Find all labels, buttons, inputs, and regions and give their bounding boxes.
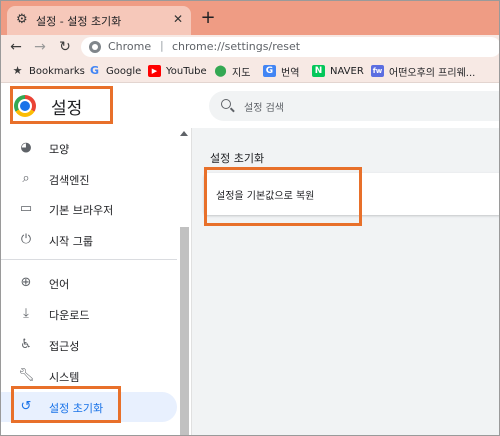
bookmark-label: Google: [106, 65, 142, 77]
naver-icon: N: [312, 65, 325, 77]
search-placeholder: 설정 검색: [244, 103, 284, 114]
browser-icon: ▭: [19, 201, 33, 216]
youtube-icon: ▶: [148, 65, 161, 77]
bookmark-item[interactable]: G 번역: [263, 64, 300, 79]
search-input[interactable]: 설정 검색: [209, 91, 499, 121]
settings-header: 설정 설정 검색: [1, 84, 499, 128]
url-path: chrome://settings/reset: [172, 40, 301, 53]
chrome-site-icon: [89, 41, 101, 53]
bookmark-label: Bookmarks: [29, 65, 85, 77]
bookmark-label: 번역: [281, 67, 300, 79]
sidebar-item-label: 접근성: [49, 340, 80, 353]
scroll-up-arrow-icon[interactable]: [180, 131, 188, 136]
sidebar-item-label: 설정 초기화: [49, 402, 104, 415]
sidebar-item-label: 시작 그룹: [49, 235, 93, 248]
forward-icon[interactable]: →: [31, 37, 49, 57]
translate-icon: G: [263, 65, 276, 77]
star-icon: ★: [12, 64, 23, 77]
sidebar-divider: [1, 259, 177, 260]
bookmark-item[interactable]: ⬤ 지도: [214, 64, 251, 79]
sidebar-item-label: 시스템: [49, 371, 80, 384]
section-title: 설정 초기화: [210, 152, 265, 165]
chrome-logo-icon: [14, 95, 36, 117]
reset-settings-card: 설정을 기본값으로 복원: [204, 173, 499, 215]
bookmark-item[interactable]: G Google: [88, 64, 141, 78]
search-icon: ⌕: [22, 171, 30, 186]
sidebar-item-on-startup[interactable]: ⏻ 시작 그룹: [1, 225, 177, 255]
gear-icon: ⚙: [16, 12, 28, 27]
tab-strip: ⚙ 설정 - 설정 초기화 ✕ +: [1, 1, 499, 35]
palette-icon: ◕: [20, 140, 32, 155]
power-icon: ⏻: [20, 232, 32, 247]
download-icon: ⤓: [23, 306, 29, 321]
globe-icon: ⊕: [20, 275, 32, 290]
bookmark-item[interactable]: ▶ YouTube: [148, 64, 207, 78]
bookmarks-bar: ★ Bookmarks G Google ▶ YouTube ⬤ 지도 G 번역…: [1, 59, 499, 83]
bookmark-label: YouTube: [166, 65, 207, 77]
google-icon: G: [89, 64, 100, 77]
tab-settings[interactable]: ⚙ 설정 - 설정 초기화 ✕: [7, 6, 191, 35]
back-icon[interactable]: ←: [7, 37, 25, 57]
new-tab-button[interactable]: +: [197, 7, 219, 29]
close-icon[interactable]: ✕: [173, 12, 183, 26]
bookmark-label: NAVER: [330, 65, 364, 77]
sidebar-item-search-engine[interactable]: ⌕ 검색엔진: [1, 164, 177, 194]
sidebar-item-label: 다운로드: [49, 309, 90, 322]
sidebar-item-label: 검색엔진: [49, 174, 90, 187]
restore-icon: ↺: [20, 399, 32, 414]
sidebar-item-label: 언어: [49, 278, 70, 291]
sidebar-item-downloads[interactable]: ⤓ 다운로드: [1, 299, 177, 329]
sidebar-item-languages[interactable]: ⊕ 언어: [1, 268, 177, 298]
url-host: Chrome: [108, 40, 152, 53]
sidebar-item-label: 기본 브라우저: [49, 204, 114, 217]
settings-sidebar: ◕ 모양 ⌕ 검색엔진 ▭ 기본 브라우저 ⏻ 시작 그룹 ⊕ 언어 ⤓ 다운로…: [1, 128, 191, 435]
address-bar[interactable]: Chrome | chrome://settings/reset: [81, 37, 499, 57]
search-icon: [221, 99, 231, 109]
toolbar: ← → ↻ Chrome | chrome://settings/reset: [1, 35, 499, 59]
wrench-icon: 🔧︎: [18, 368, 35, 383]
sidebar-item-label: 모양: [49, 143, 70, 156]
page-title: 설정: [51, 99, 83, 119]
site-icon: fw: [371, 65, 384, 77]
tab-title: 설정 - 설정 초기화: [36, 15, 122, 28]
maps-icon: ⬤: [214, 64, 227, 77]
bookmark-label: 어떤오후의 프리웨...: [389, 67, 476, 79]
bookmark-item[interactable]: N NAVER: [312, 64, 364, 78]
sidebar-scroll-thumb[interactable]: [180, 227, 189, 435]
restore-defaults-option[interactable]: 설정을 기본값으로 복원: [216, 187, 314, 202]
sidebar-item-appearance[interactable]: ◕ 모양: [1, 133, 177, 163]
browser-window: ⚙ 설정 - 설정 초기화 ✕ + ← → ↻ Chrome | chrome:…: [0, 0, 500, 436]
bookmark-label: 지도: [232, 67, 251, 79]
sidebar-item-reset-settings[interactable]: ↺ 설정 초기화: [1, 392, 177, 422]
accessibility-icon: ♿: [20, 337, 32, 352]
sidebar-item-default-browser[interactable]: ▭ 기본 브라우저: [1, 194, 177, 224]
settings-main: 설정 초기화 설정을 기본값으로 복원: [191, 128, 499, 435]
bookmark-item[interactable]: fw 어떤오후의 프리웨...: [371, 64, 476, 79]
bookmark-item[interactable]: ★ Bookmarks: [11, 64, 85, 78]
url-separator: |: [160, 39, 164, 52]
reload-icon[interactable]: ↻: [56, 37, 74, 57]
sidebar-item-accessibility[interactable]: ♿ 접근성: [1, 330, 177, 360]
sidebar-item-system[interactable]: 🔧︎ 시스템: [1, 361, 177, 391]
